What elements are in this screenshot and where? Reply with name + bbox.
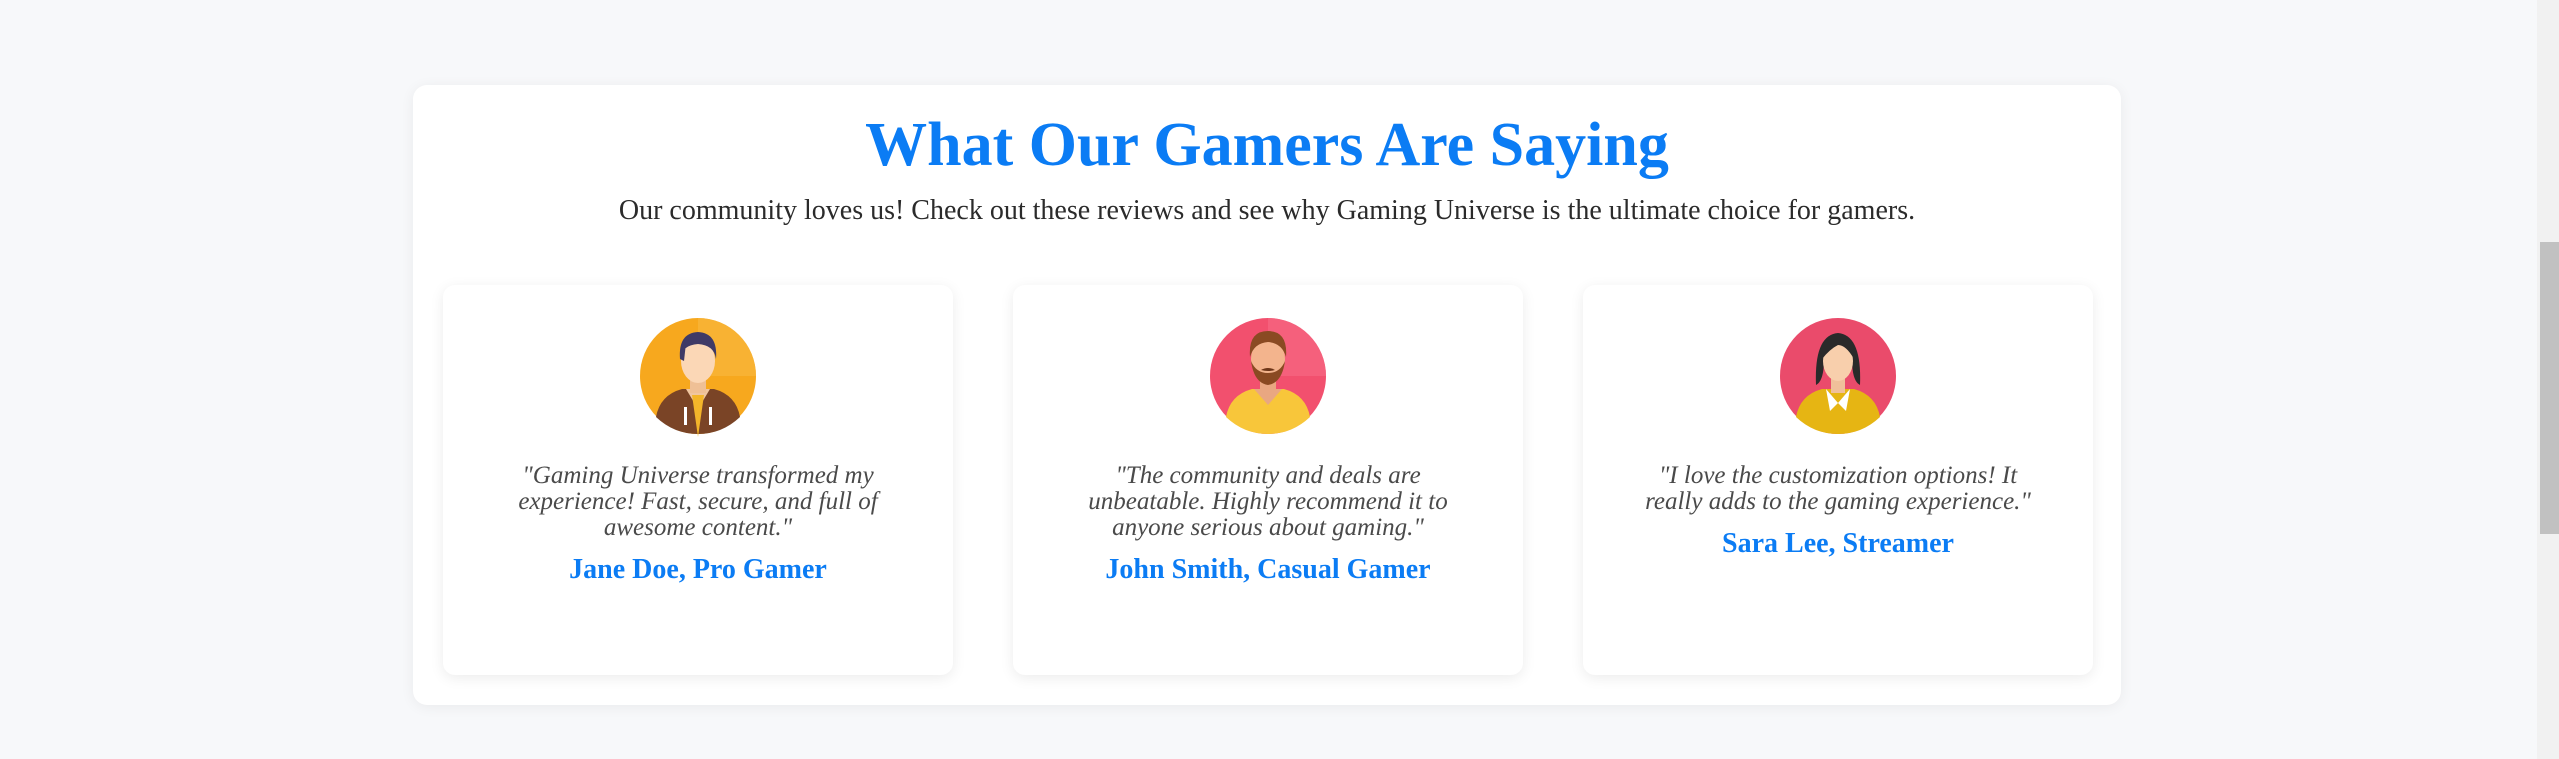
testimonial-card: "Gaming Universe transformed my experien… <box>443 285 953 675</box>
woman-avatar-icon <box>1780 315 1896 437</box>
testimonial-author: Sara Lee, Streamer <box>1722 528 1954 559</box>
section-subtitle: Our community loves us! Check out these … <box>618 195 1916 226</box>
page: What Our Gamers Are Saying Our community… <box>0 0 2559 759</box>
testimonial-author: John Smith, Casual Gamer <box>1105 554 1431 585</box>
testimonial-card: "I love the customization options! It re… <box>1583 285 2093 675</box>
bearded-man-avatar-icon <box>1210 315 1326 437</box>
testimonial-card: "The community and deals are unbeatable.… <box>1013 285 1523 675</box>
vertical-scrollbar[interactable] <box>2537 0 2559 759</box>
testimonial-quote: "The community and deals are unbeatable.… <box>1088 462 1448 541</box>
male-gamer-avatar-icon <box>640 315 756 437</box>
testimonial-author: Jane Doe, Pro Gamer <box>569 554 827 585</box>
testimonial-quote: "I love the customization options! It re… <box>1645 462 2031 515</box>
testimonial-quote: "Gaming Universe transformed my experien… <box>518 462 878 541</box>
testimonials-section: What Our Gamers Are Saying Our community… <box>413 85 2121 705</box>
section-title: What Our Gamers Are Saying <box>865 111 1669 179</box>
scrollbar-thumb[interactable] <box>2540 242 2559 534</box>
